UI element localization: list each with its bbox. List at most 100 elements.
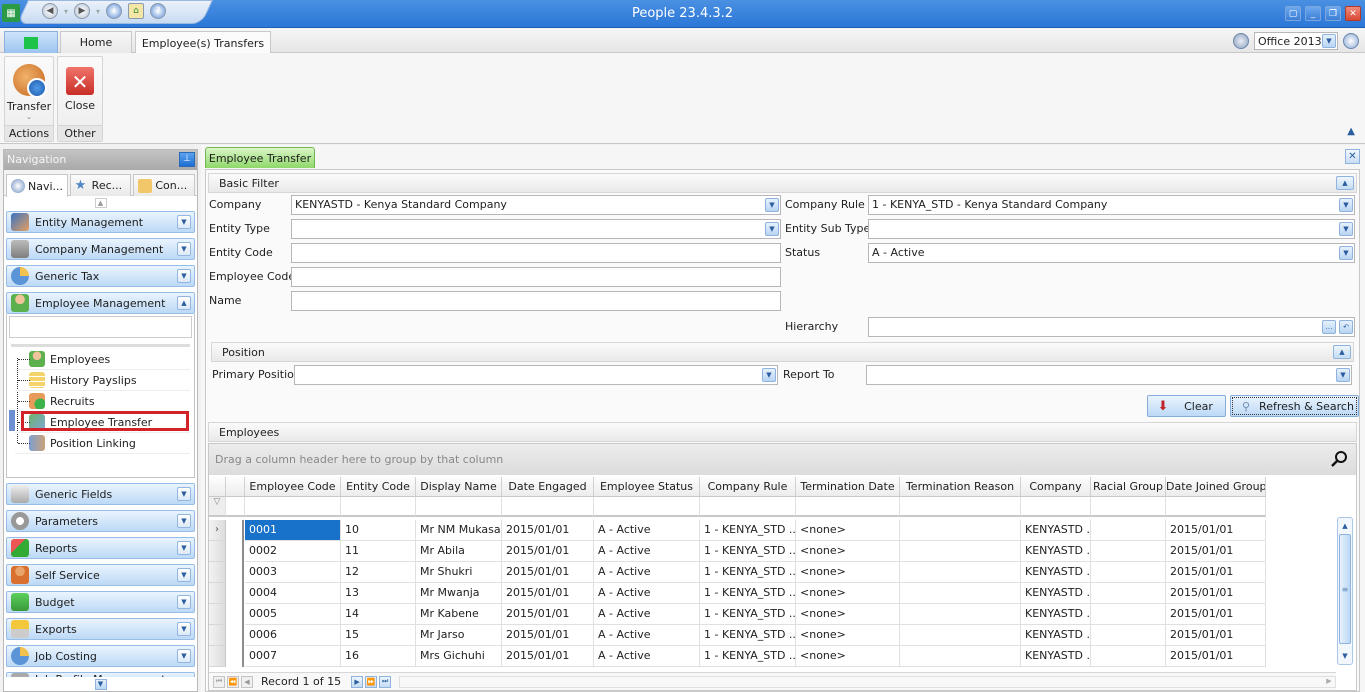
nav-group-entity-management[interactable]: Entity Management ▼ [6, 211, 195, 233]
company-rule-select[interactable]: 1 - KENYA_STD - Kenya Standard Company ▼ [868, 195, 1355, 215]
tab-home[interactable]: Home [60, 31, 132, 53]
table-cell[interactable] [1091, 541, 1166, 562]
table-cell[interactable]: <none> [796, 583, 900, 604]
file-menu-button[interactable] [4, 31, 58, 53]
table-cell[interactable]: 0004 [245, 583, 341, 604]
filter-cell[interactable] [594, 497, 700, 517]
chevron-down-icon[interactable]: ▼ [177, 242, 191, 256]
chevron-down-icon[interactable]: ▼ [177, 541, 191, 555]
chevron-down-icon[interactable]: ▼ [765, 222, 779, 236]
column-header[interactable]: Date Joined Group [1166, 477, 1266, 497]
table-cell[interactable]: Mr NM Mukasa [416, 520, 502, 541]
table-cell[interactable]: 1 - KENYA_STD ... [700, 604, 796, 625]
nav-tab-recent[interactable]: ★ Rec... [69, 174, 132, 196]
table-cell[interactable] [1091, 625, 1166, 646]
table-cell[interactable]: 2015/01/01 [502, 583, 594, 604]
table-cell[interactable]: 2015/01/01 [1166, 625, 1266, 646]
next-record-icon[interactable]: ▶ [351, 675, 364, 688]
table-cell[interactable]: A - Active [594, 562, 700, 583]
nav-group-job-costing[interactable]: Job Costing ▼ [6, 645, 195, 667]
table-cell[interactable]: 1 - KENYA_STD ... [700, 646, 796, 667]
chevron-down-icon[interactable]: ▼ [762, 368, 776, 382]
employee-code-input[interactable] [291, 267, 781, 287]
table-cell[interactable]: KENYASTD ... [1021, 541, 1091, 562]
chevron-down-icon[interactable]: ▼ [1322, 34, 1336, 48]
ellipsis-icon[interactable]: … [1322, 320, 1336, 334]
table-cell[interactable] [1091, 562, 1166, 583]
minimize-icon[interactable]: _ [1305, 6, 1321, 21]
table-cell[interactable]: 2015/01/01 [1166, 583, 1266, 604]
filter-cell[interactable] [245, 497, 341, 517]
table-cell[interactable]: 0003 [245, 562, 341, 583]
vertical-scrollbar[interactable]: ▲ ≡ ▼ [1337, 517, 1353, 665]
prev-page-icon[interactable]: ⏪ [227, 675, 239, 688]
chevron-down-icon[interactable]: ▼ [177, 215, 191, 229]
table-cell[interactable]: 2015/01/01 [502, 520, 594, 541]
fullscreen-icon[interactable]: ▢ [1285, 6, 1301, 21]
restore-icon[interactable]: ❐ [1325, 6, 1341, 21]
table-cell[interactable]: 12 [341, 562, 416, 583]
scroll-right-icon[interactable]: ▶ [1323, 677, 1335, 687]
chevron-down-icon[interactable]: ▼ [1339, 222, 1353, 236]
chevron-up-icon[interactable]: ▲ [1333, 345, 1351, 359]
group-filter-input[interactable] [9, 316, 192, 338]
column-header[interactable]: Entity Code [341, 477, 416, 497]
table-cell[interactable]: 0002 [245, 541, 341, 562]
primary-position-select[interactable]: ▼ [294, 365, 778, 385]
table-cell[interactable]: 10 [341, 520, 416, 541]
table-cell[interactable]: A - Active [594, 541, 700, 562]
column-header[interactable]: Company [1021, 477, 1091, 497]
chevron-down-icon[interactable]: ▼ [177, 269, 191, 283]
table-cell[interactable]: A - Active [594, 646, 700, 667]
table-cell[interactable]: A - Active [594, 625, 700, 646]
next-page-icon[interactable]: ⏩ [365, 675, 378, 688]
nav-item-recruits[interactable]: Recruits [15, 391, 190, 412]
scroll-thumb[interactable]: ≡ [1339, 534, 1351, 644]
report-to-select[interactable]: ▼ [866, 365, 1352, 385]
table-cell[interactable]: <none> [796, 604, 900, 625]
filter-cell[interactable] [700, 497, 796, 517]
scroll-up-icon[interactable]: ▲ [94, 198, 107, 208]
row-indicator[interactable] [209, 541, 226, 562]
nav-tab-navigation[interactable]: Navi... [6, 174, 68, 197]
filter-cell[interactable] [1021, 497, 1091, 517]
table-cell[interactable] [1091, 604, 1166, 625]
table-cell[interactable]: 2015/01/01 [1166, 541, 1266, 562]
filter-cell[interactable] [416, 497, 502, 517]
prev-record-icon[interactable]: ◀ [241, 675, 253, 688]
chevron-up-icon[interactable]: ▲ [177, 296, 191, 310]
table-cell[interactable]: 1 - KENYA_STD ... [700, 541, 796, 562]
column-header[interactable]: Employee Code [245, 477, 341, 497]
column-header[interactable]: Termination Reason [900, 477, 1021, 497]
row-indicator[interactable] [209, 583, 226, 604]
table-cell[interactable]: 2015/01/01 [1166, 562, 1266, 583]
table-cell[interactable]: 1 - KENYA_STD ... [700, 520, 796, 541]
nav-group-self-service[interactable]: Self Service ▼ [6, 564, 195, 586]
table-cell[interactable]: 0001 [245, 520, 341, 541]
table-cell[interactable]: A - Active [594, 520, 700, 541]
entity-type-select[interactable]: ▼ [291, 219, 781, 239]
hierarchy-input[interactable]: … ↶ [868, 317, 1355, 337]
nav-item-position-linking[interactable]: Position Linking [15, 433, 190, 454]
nav-group-exports[interactable]: Exports ▼ [6, 618, 195, 640]
table-cell[interactable] [900, 541, 1021, 562]
chevron-down-icon[interactable]: ▼ [765, 198, 779, 212]
find-panel-icon[interactable] [1330, 450, 1348, 468]
table-cell[interactable]: <none> [796, 520, 900, 541]
chevron-down-icon[interactable]: ▼ [177, 487, 191, 501]
chevron-down-icon[interactable]: ▼ [177, 568, 191, 582]
table-cell[interactable]: KENYASTD ... [1021, 646, 1091, 667]
table-cell[interactable]: 13 [341, 583, 416, 604]
skin-select[interactable]: Office 2013 ▼ [1254, 32, 1338, 50]
table-cell[interactable]: 2015/01/01 [1166, 520, 1266, 541]
close-window-icon[interactable]: ✕ [1345, 6, 1361, 21]
collapse-ribbon-icon[interactable]: ▲ [1347, 126, 1355, 137]
table-cell[interactable]: <none> [796, 646, 900, 667]
filter-cell[interactable] [1166, 497, 1266, 517]
clear-button[interactable]: ⬇ Clear [1147, 395, 1226, 417]
table-cell[interactable]: Mrs Gichuhi [416, 646, 502, 667]
filter-cell[interactable] [900, 497, 1021, 517]
table-cell[interactable] [1091, 646, 1166, 667]
reset-icon[interactable]: ↶ [1339, 320, 1353, 334]
entity-sub-type-select[interactable]: ▼ [868, 219, 1355, 239]
